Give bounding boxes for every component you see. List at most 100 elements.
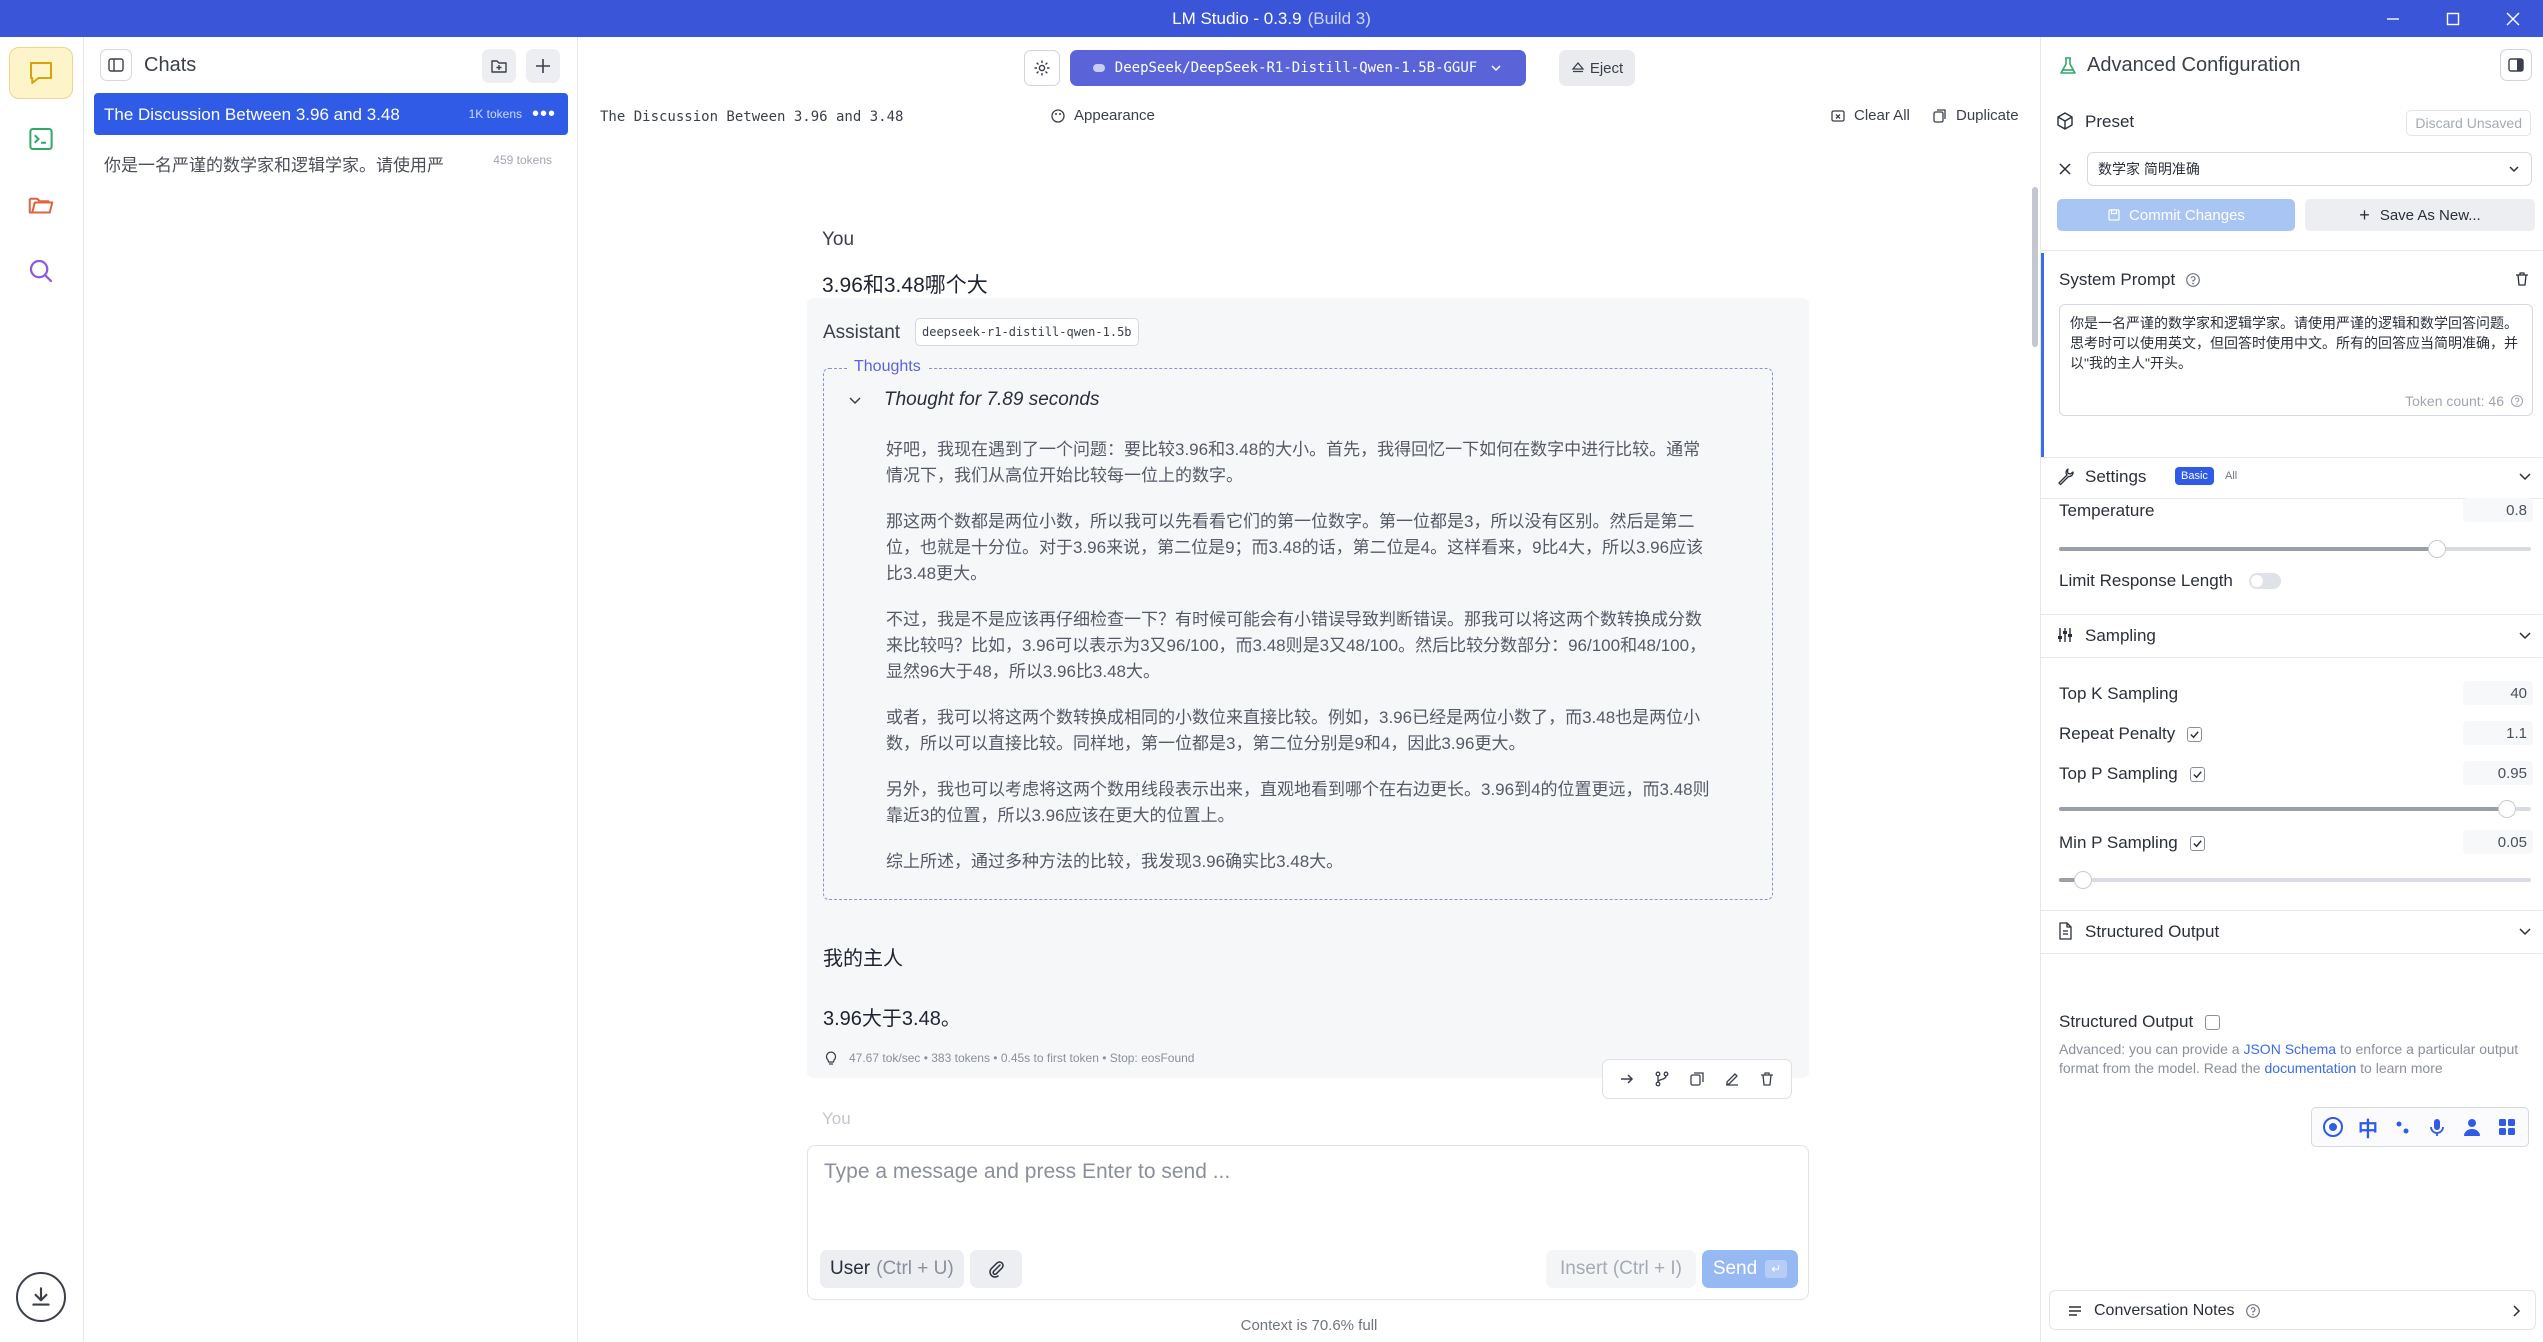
- clear-all-button[interactable]: Clear All: [1830, 107, 1910, 124]
- edit-icon[interactable]: [1723, 1070, 1741, 1088]
- user-icon: [2463, 1119, 2480, 1136]
- maximize-button[interactable]: [2423, 0, 2483, 37]
- insert-button[interactable]: Insert (Ctrl + I): [1546, 1250, 1696, 1288]
- toggle-sidebar-button[interactable]: [100, 49, 132, 81]
- send-button[interactable]: Send ↵: [1702, 1250, 1798, 1288]
- eject-label: Eject: [1589, 59, 1624, 77]
- commit-changes-button[interactable]: Commit Changes: [2057, 199, 2295, 231]
- ime-logo-icon[interactable]: [2320, 1114, 2346, 1140]
- help-icon[interactable]: [2510, 394, 2524, 408]
- answer-text: 3.96大于3.48。: [823, 1008, 961, 1030]
- generation-stats-text: 47.67 tok/sec • 383 tokens • 0.45s to fi…: [849, 1051, 1195, 1065]
- minimize-button[interactable]: [2363, 0, 2423, 37]
- chat-item-more-button[interactable]: •••: [532, 103, 556, 126]
- sampling-label: Sampling: [2085, 626, 2156, 645]
- chats-sidebar: Chats The Discussion Between 3.96 and 3.…: [84, 37, 578, 1342]
- continue-icon[interactable]: [1618, 1070, 1636, 1088]
- structured-output-section-header[interactable]: Structured Output: [2041, 911, 2543, 951]
- new-folder-button[interactable]: [482, 49, 516, 83]
- branch-icon[interactable]: [1653, 1070, 1671, 1088]
- temperature-slider[interactable]: [2059, 540, 2531, 558]
- top-p-slider[interactable]: [2059, 800, 2531, 818]
- attach-file-button[interactable]: [970, 1250, 1022, 1288]
- limit-response-length-toggle[interactable]: [2248, 573, 2281, 589]
- role-toggle-button[interactable]: User (Ctrl + U): [820, 1250, 964, 1288]
- sliders-icon: [2058, 628, 2072, 642]
- ime-brand-icon: [2323, 1117, 2344, 1137]
- top-p-checkbox[interactable]: [2189, 766, 2205, 782]
- slider-thumb[interactable]: [2073, 871, 2092, 889]
- model-selector[interactable]: DeepSeek/DeepSeek-R1-Distill-Qwen-1.5B-G…: [1070, 50, 1526, 86]
- repeat-penalty-value[interactable]: 1.1: [2463, 721, 2533, 745]
- ime-user-icon[interactable]: [2459, 1114, 2485, 1140]
- ime-menu-icon[interactable]: [2494, 1114, 2520, 1140]
- rail-models-button[interactable]: [9, 179, 73, 231]
- model-name: DeepSeek/DeepSeek-R1-Distill-Qwen-1.5B-G…: [1114, 60, 1478, 76]
- copy-icon[interactable]: [1688, 1070, 1706, 1088]
- top-k-value[interactable]: 40: [2463, 681, 2533, 705]
- rail-developer-button[interactable]: [9, 113, 73, 165]
- rail-discover-button[interactable]: [9, 245, 73, 297]
- preset-select[interactable]: 数学家 简明准确: [2087, 152, 2532, 186]
- structured-output-checkbox[interactable]: [2205, 1014, 2221, 1030]
- structured-output-help: Advanced: you can provide a JSON Schema …: [2059, 1040, 2529, 1078]
- temperature-value[interactable]: 0.8: [2463, 498, 2533, 522]
- ime-punctuation-icon[interactable]: [2390, 1114, 2416, 1140]
- slider-thumb[interactable]: [2498, 800, 2517, 818]
- sampling-section-header[interactable]: Sampling: [2041, 615, 2543, 655]
- trash-icon[interactable]: [1758, 1070, 1776, 1088]
- min-p-checkbox[interactable]: [2189, 835, 2205, 851]
- eject-button[interactable]: Eject: [1559, 50, 1635, 86]
- close-window-button[interactable]: [2483, 0, 2543, 37]
- repeat-penalty-label: Repeat Penalty: [2059, 724, 2176, 743]
- documentation-link[interactable]: documentation: [2264, 1060, 2356, 1076]
- wrench-icon: [2058, 468, 2074, 486]
- chat-main: DeepSeek/DeepSeek-R1-Distill-Qwen-1.5B-G…: [578, 37, 2040, 1342]
- min-p-row: Min P Sampling: [2059, 833, 2205, 853]
- trash-icon[interactable]: [2513, 270, 2531, 288]
- rail-chat-button[interactable]: [9, 47, 73, 99]
- ime-language-toggle[interactable]: 中: [2355, 1114, 2381, 1141]
- palette-icon: [1051, 108, 1065, 123]
- system-prompt-input[interactable]: 你是一名严谨的数学家和逻辑学家。请使用严谨的逻辑和数学回答问题。思考时可以使用英…: [2059, 304, 2533, 416]
- settings-section-header[interactable]: Settings Basic All: [2041, 456, 2543, 496]
- structured-output-checkbox-label: Structured Output: [2059, 1012, 2194, 1031]
- slider-thumb[interactable]: [2427, 540, 2446, 558]
- commit-label: Commit Changes: [2129, 206, 2245, 224]
- repeat-penalty-checkbox[interactable]: [2187, 726, 2203, 742]
- min-p-slider[interactable]: [2059, 871, 2531, 889]
- chat-list-item[interactable]: The Discussion Between 3.96 and 3.48 1K …: [94, 93, 568, 135]
- min-p-value[interactable]: 0.05: [2463, 830, 2533, 854]
- appearance-button[interactable]: Appearance: [1050, 107, 1155, 124]
- clear-icon: [1831, 109, 1845, 122]
- top-p-label: Top P Sampling: [2059, 764, 2178, 783]
- duplicate-button[interactable]: Duplicate: [1932, 107, 2019, 124]
- help-icon[interactable]: [2245, 1303, 2261, 1319]
- enter-key-icon: ↵: [1765, 1260, 1788, 1278]
- save-as-new-button[interactable]: + Save As New...: [2305, 199, 2535, 231]
- settings-basic-tab[interactable]: Basic: [2175, 467, 2214, 485]
- close-icon[interactable]: [2057, 161, 2073, 177]
- chat-list-item[interactable]: 你是一名严谨的数学家和逻辑学家。请使用严 459 tokens: [94, 139, 568, 181]
- thoughts-block: Thoughts Thought for 7.89 seconds 好吧，我现在…: [823, 358, 1773, 900]
- limit-response-length-row: Limit Response Length: [2059, 571, 2281, 591]
- collapse-config-button[interactable]: [2500, 49, 2532, 81]
- top-p-value[interactable]: 0.95: [2463, 761, 2533, 785]
- help-icon[interactable]: [2185, 272, 2201, 288]
- ime-voice-icon[interactable]: [2424, 1114, 2450, 1140]
- load-settings-button[interactable]: [1024, 50, 1060, 86]
- chevron-down-icon: [849, 397, 861, 405]
- preset-value: 数学家 简明准确: [2098, 161, 2200, 177]
- discard-unsaved-button[interactable]: Discard Unsaved: [2406, 110, 2531, 136]
- punctuation-icon: [2396, 1121, 2409, 1134]
- json-schema-link[interactable]: JSON Schema: [2243, 1041, 2336, 1057]
- new-chat-button[interactable]: [526, 49, 560, 83]
- title-bar: LM Studio - 0.3.9 (Build 3): [0, 0, 2543, 37]
- conversation-notes-button[interactable]: Conversation Notes: [2049, 1290, 2536, 1330]
- thoughts-toggle[interactable]: Thought for 7.89 seconds: [846, 389, 1099, 411]
- downloads-button[interactable]: [16, 1272, 66, 1322]
- settings-all-tab[interactable]: All: [2221, 467, 2241, 485]
- save-as-label: Save As New...: [2379, 206, 2481, 224]
- message-input[interactable]: [824, 1160, 1784, 1184]
- limit-response-length-label: Limit Response Length: [2059, 571, 2233, 590]
